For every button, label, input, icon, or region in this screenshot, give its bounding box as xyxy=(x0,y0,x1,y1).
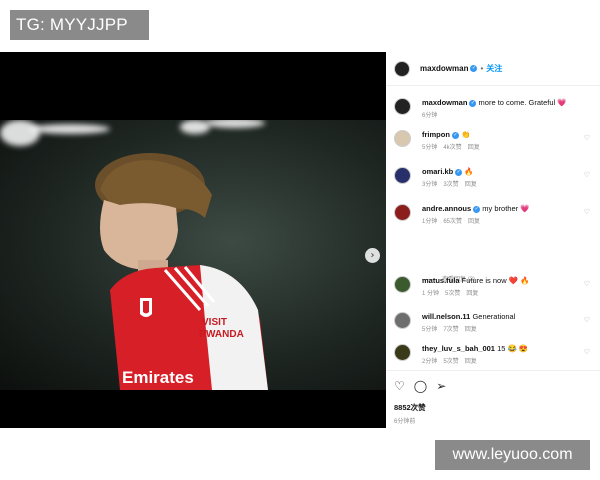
comment-icon[interactable]: ◯ xyxy=(414,379,427,393)
author-username[interactable]: maxdowman xyxy=(420,64,468,73)
instagram-post: VISIT RWANDA Emirates › maxdowman ✓ • 关注… xyxy=(0,52,600,428)
verified-icon: ✓ xyxy=(469,99,477,107)
comments-panel: maxdowman ✓ • 关注 maxdowman ✓ more to come… xyxy=(386,52,600,428)
site-watermark: www.leyuoo.com xyxy=(435,440,590,470)
comment-item: they_luv_s_bah_001 15 😂 😍 2分钟 5次赞 回复 ♡ xyxy=(394,342,594,370)
commenter-avatar[interactable] xyxy=(394,276,411,293)
heart-icon[interactable]: ♡ xyxy=(584,280,590,288)
share-icon[interactable]: ➢ xyxy=(436,379,446,393)
likes-count[interactable]: 8852次赞 xyxy=(394,402,592,413)
post-actions: ♡ ◯ ➢ 8852次赞 6分钟前 xyxy=(386,370,600,425)
comment-username[interactable]: will.nelson.11 xyxy=(422,312,470,321)
comment-username[interactable]: they_luv_s_bah_001 xyxy=(422,344,495,353)
comment-username[interactable]: andre.annous xyxy=(422,204,471,213)
reply-button[interactable]: 回复 xyxy=(466,291,478,297)
author-avatar[interactable] xyxy=(394,98,411,115)
caption: maxdowman ✓ more to come. Grateful 💗 6分钟 xyxy=(394,96,594,124)
heart-icon[interactable]: ♡ xyxy=(584,348,590,356)
comment-item: matus.fula Future is now ❤️ 🔥 1 分钟 5次赞 回复 … xyxy=(394,274,594,302)
heart-icon[interactable]: ♡ xyxy=(394,379,405,393)
posted-time: 6分钟前 xyxy=(394,419,416,425)
caption-time: 6分钟 xyxy=(422,113,438,119)
comment-list: maxdowman ✓ more to come. Grateful 💗 6分钟 … xyxy=(386,88,600,370)
verified-icon: ✓ xyxy=(455,168,463,176)
comment-text: 🔥 xyxy=(464,167,474,176)
commenter-avatar[interactable] xyxy=(394,344,411,361)
comment-username[interactable]: matus.fula xyxy=(422,276,460,285)
reply-button[interactable]: 回复 xyxy=(465,359,477,365)
heart-icon[interactable]: ♡ xyxy=(584,316,590,324)
reply-button[interactable]: 回复 xyxy=(468,219,480,225)
heart-icon[interactable]: ♡ xyxy=(584,134,590,142)
post-header: maxdowman ✓ • 关注 xyxy=(386,52,600,86)
player-illustration xyxy=(95,153,268,390)
heart-icon[interactable]: ♡ xyxy=(584,208,590,216)
comment-text: my brother 💗 xyxy=(482,204,530,213)
verified-icon: ✓ xyxy=(451,131,459,139)
reply-button[interactable]: 回复 xyxy=(465,182,477,188)
commenter-avatar[interactable] xyxy=(394,167,411,184)
comment-text: 15 😂 😍 xyxy=(497,344,529,353)
comment-text: 👏 xyxy=(461,130,471,139)
telegram-tag: TG: MYYJJPP xyxy=(10,10,149,40)
commenter-avatar[interactable] xyxy=(394,204,411,221)
comment-item: will.nelson.11 Generational 5分钟 7次赞 回复 ♡ xyxy=(394,310,594,338)
comment-item: andre.annous ✓ my brother 💗 1分钟 65次赞 回复 ♡ xyxy=(394,202,594,230)
comment-text: Future is now ❤️ 🔥 xyxy=(461,276,530,285)
kit-sponsor-3: Emirates xyxy=(122,368,194,387)
heart-icon[interactable]: ♡ xyxy=(584,171,590,179)
verified-icon: ✓ xyxy=(473,205,481,213)
commenter-avatar[interactable] xyxy=(394,130,411,147)
follow-button[interactable]: 关注 xyxy=(486,63,502,74)
chevron-right-icon[interactable]: › xyxy=(365,248,380,263)
verified-icon: ✓ xyxy=(470,65,478,72)
comment-username[interactable]: frimpon xyxy=(422,130,450,139)
kit-sponsor-1: VISIT xyxy=(202,317,228,328)
comment-username[interactable]: omari.kb xyxy=(422,167,453,176)
kit-sponsor-2: RWANDA xyxy=(199,329,244,340)
caption-text: more to come. Grateful 💗 xyxy=(478,98,567,107)
caption-username[interactable]: maxdowman xyxy=(422,98,467,107)
comment-item: frimpon ✓ 👏 5分钟 4k次赞 回复 ♡ xyxy=(394,128,594,156)
comment-text: Generational xyxy=(472,312,516,321)
post-media: VISIT RWANDA Emirates › xyxy=(0,52,386,428)
commenter-avatar[interactable] xyxy=(394,312,411,329)
reply-button[interactable]: 回复 xyxy=(468,145,480,151)
author-avatar[interactable] xyxy=(394,60,410,77)
comment-item: omari.kb ✓ 🔥 3分钟 3次赞 回复 ♡ xyxy=(394,165,594,193)
post-photo: VISIT RWANDA Emirates xyxy=(0,120,386,390)
reply-button[interactable]: 回复 xyxy=(465,327,477,333)
